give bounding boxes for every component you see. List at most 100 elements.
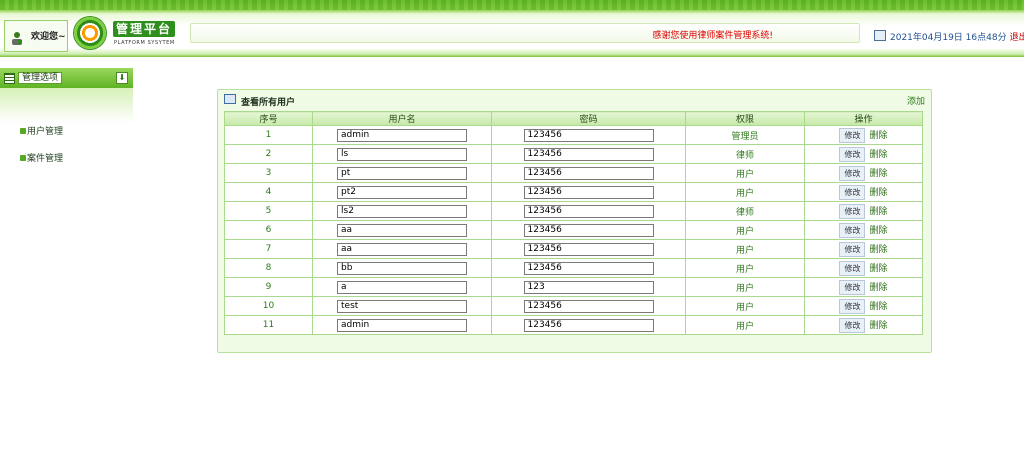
actions-cell: 修改 删除 [804,182,923,202]
delete-link[interactable]: 删除 [869,283,887,293]
notice-text: 感谢您使用律师案件管理系统! [652,31,773,41]
delete-link[interactable]: 删除 [869,226,887,236]
username-cell [312,277,492,297]
edit-button[interactable]: 修改 [839,317,866,333]
logout-link[interactable]: 退出 [1010,33,1024,43]
delete-link[interactable]: 删除 [869,264,887,274]
password-input[interactable] [523,128,654,142]
sidebar-title: 管理选项 [18,72,63,84]
username-input[interactable] [337,318,467,332]
password-input[interactable] [523,223,654,237]
row-number-text: 4 [265,187,272,197]
grid-icon [4,73,15,84]
column-header: 操作 [804,111,923,126]
delete-link[interactable]: 删除 [869,188,887,198]
username-cell [312,239,492,259]
table-header-row: 序号 用户名 密码 权限 操作 [224,111,923,126]
column-header: 密码 [491,111,686,126]
sidebar-item-cases[interactable]: 案件管理 [20,151,63,164]
role-text: 用户 [735,245,754,256]
delete-link[interactable]: 删除 [869,131,887,141]
username-input[interactable] [337,299,467,313]
username-input[interactable] [337,128,467,142]
calendar-icon [874,30,886,41]
column-header: 序号 [224,111,313,126]
edit-button[interactable]: 修改 [839,222,866,238]
row-number-text: 10 [262,301,275,311]
password-input[interactable] [523,261,654,275]
username-input[interactable] [337,147,467,161]
role-cell: 用户 [685,277,805,297]
panel-title: 查看所有用户 [241,98,296,108]
password-cell [491,220,686,240]
username-cell [312,220,492,240]
edit-button[interactable]: 修改 [839,298,866,314]
edit-button[interactable]: 修改 [839,241,866,257]
logo-subtitle: PLATFORM SYSYTEM [114,40,175,46]
username-input[interactable] [337,223,467,237]
users-panel: 查看所有用户 添加 序号 用户名 密码 权限 操作 1管理员修改删除2律师修改删… [217,89,932,353]
window-icon [224,94,236,104]
top-header: 欢迎您~ 管理平台 PLATFORM SYSYTEM 感谢您使用律师案件管理系统… [0,0,1024,57]
password-input[interactable] [523,280,654,294]
role-text: 用户 [735,321,754,332]
username-cell [312,201,492,221]
delete-link[interactable]: 删除 [869,150,887,160]
actions-cell: 修改 删除 [804,315,923,335]
username-input[interactable] [337,204,467,218]
actions-cell: 修改 删除 [804,239,923,259]
sidebar: 管理选项 ⬇ 用户管理 案件管理 [0,68,133,476]
role-cell: 用户 [685,239,805,259]
delete-link[interactable]: 删除 [869,321,887,331]
edit-button[interactable]: 修改 [839,165,866,181]
role-text: 用户 [735,169,754,180]
password-cell [491,315,686,335]
edit-button[interactable]: 修改 [839,146,866,162]
username-input[interactable] [337,242,467,256]
row-number: 7 [224,239,313,259]
row-number-text: 3 [265,168,272,178]
password-input[interactable] [523,318,654,332]
row-number-text: 9 [265,282,272,292]
welcome-text: 欢迎您~ [31,32,66,42]
password-input[interactable] [523,166,654,180]
username-cell [312,315,492,335]
edit-button[interactable]: 修改 [839,127,866,143]
edit-button[interactable]: 修改 [839,260,866,276]
password-input[interactable] [523,204,654,218]
username-input[interactable] [337,280,467,294]
delete-link[interactable]: 删除 [869,207,887,217]
table-row: 9 用户 修改删除 [224,277,923,297]
row-number: 11 [224,315,313,335]
password-cell [491,258,686,278]
password-input[interactable] [523,242,654,256]
role-text: 用户 [735,226,754,237]
delete-link[interactable]: 删除 [869,245,887,255]
user-icon [12,32,22,45]
add-user-link[interactable]: 添加 [907,94,925,107]
table-row: 7 用户 修改删除 [224,239,923,259]
edit-button[interactable]: 修改 [839,279,866,295]
username-input[interactable] [337,166,467,180]
role-cell: 用户 [685,258,805,278]
column-header: 用户名 [312,111,492,126]
table-row: 5 律师 修改删除 [224,201,923,221]
password-input[interactable] [523,147,654,161]
actions-cell: 修改 删除 [804,277,923,297]
password-cell [491,163,686,183]
row-number: 8 [224,258,313,278]
edit-button[interactable]: 修改 [839,184,866,200]
password-input[interactable] [523,185,654,199]
role-cell: 用户 [685,296,805,316]
password-cell [491,239,686,259]
username-cell [312,163,492,183]
edit-button[interactable]: 修改 [839,203,866,219]
password-input[interactable] [523,299,654,313]
delete-link[interactable]: 删除 [869,302,887,312]
users-table: 序号 用户名 密码 权限 操作 1管理员修改删除2律师修改删除3用户修改删除4用… [224,111,923,335]
username-input[interactable] [337,261,467,275]
arrow-down-icon[interactable]: ⬇ [116,72,128,84]
delete-link[interactable]: 删除 [869,169,887,179]
username-input[interactable] [337,185,467,199]
sidebar-item-users[interactable]: 用户管理 [20,124,63,137]
